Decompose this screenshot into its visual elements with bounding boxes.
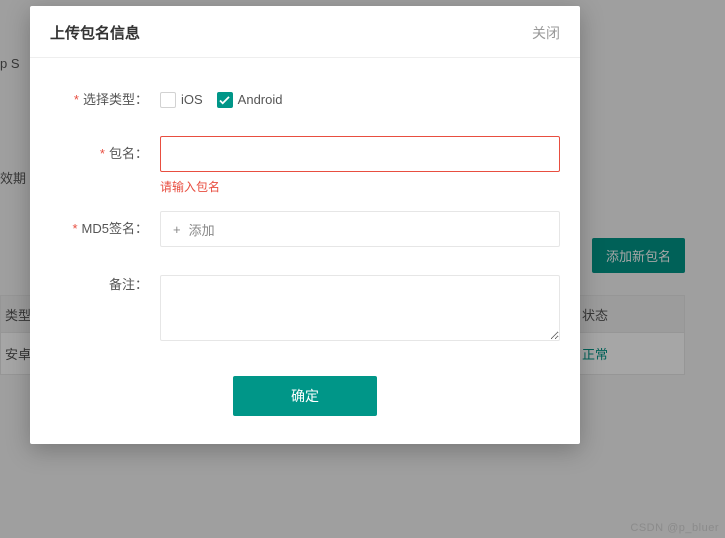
md5-row: *MD5签名： + 添加 [50, 211, 560, 247]
ios-label: iOS [181, 82, 203, 118]
remark-row: 备注： [50, 275, 560, 346]
modal-body: *选择类型： iOS Android *包名： 请输入包名 [30, 58, 580, 376]
remark-label: 备注： [50, 275, 160, 295]
add-label: 添加 [189, 220, 215, 239]
package-label: *包名： [50, 136, 160, 172]
upload-package-modal: 上传包名信息 关闭 *选择类型： iOS Android *包名： [30, 6, 580, 444]
ios-checkbox[interactable]: iOS [160, 82, 203, 118]
type-checkbox-group: iOS Android [160, 82, 560, 118]
android-checkbox[interactable]: Android [217, 82, 283, 118]
checkbox-icon [160, 92, 176, 108]
confirm-button[interactable]: 确定 [233, 376, 377, 416]
close-button[interactable]: 关闭 [532, 23, 560, 43]
package-control: 请输入包名 [160, 136, 560, 195]
modal-header: 上传包名信息 关闭 [30, 6, 580, 58]
md5-label: *MD5签名： [50, 211, 160, 247]
package-row: *包名： 请输入包名 [50, 136, 560, 195]
md5-control: + 添加 [160, 211, 560, 247]
plus-icon: + [173, 222, 181, 237]
package-error: 请输入包名 [160, 178, 560, 195]
modal-footer: 确定 [30, 376, 580, 444]
add-md5-button[interactable]: + 添加 [160, 211, 560, 247]
remark-textarea[interactable] [160, 275, 560, 341]
modal-title: 上传包名信息 [50, 22, 140, 43]
watermark: CSDN @p_bluer [630, 522, 719, 534]
package-input[interactable] [160, 136, 560, 172]
android-label: Android [238, 82, 283, 118]
remark-control [160, 275, 560, 346]
checkbox-checked-icon [217, 92, 233, 108]
type-label: *选择类型： [50, 82, 160, 118]
type-row: *选择类型： iOS Android [50, 82, 560, 118]
